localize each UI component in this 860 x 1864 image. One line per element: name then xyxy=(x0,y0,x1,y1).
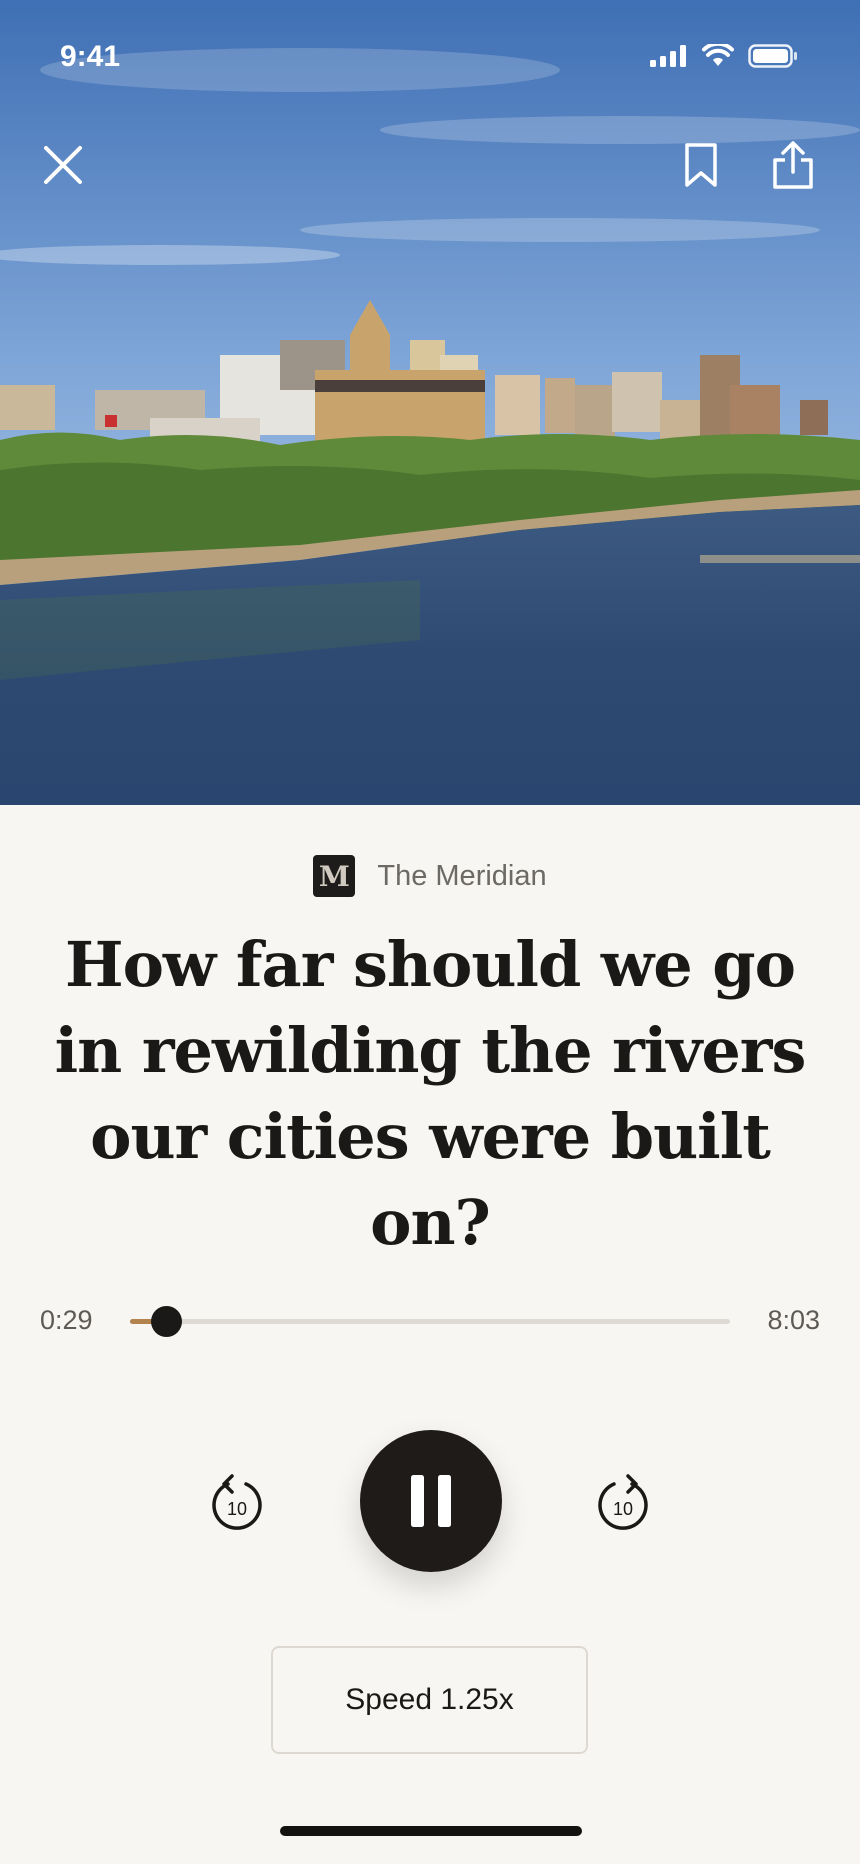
bookmark-button[interactable] xyxy=(676,140,726,190)
playback-speed-button[interactable]: Speed 1.25x xyxy=(271,1646,588,1754)
rewind-10-button[interactable]: 10 xyxy=(206,1472,268,1534)
share-icon xyxy=(773,141,813,189)
home-indicator[interactable] xyxy=(280,1826,582,1836)
progress-scrubber[interactable] xyxy=(151,1306,182,1337)
publication-logo: M xyxy=(313,855,356,897)
forward-10-button[interactable]: 10 xyxy=(592,1472,654,1534)
forward-10-icon: 10 xyxy=(598,1474,648,1530)
elapsed-time: 0:29 xyxy=(40,1305,93,1335)
progress-track[interactable] xyxy=(130,1306,730,1337)
rewind-10-icon: 10 xyxy=(212,1474,262,1530)
forward-10-label: 10 xyxy=(613,1499,633,1519)
cellular-signal-icon xyxy=(650,45,686,67)
share-button[interactable] xyxy=(768,140,818,190)
pause-icon xyxy=(411,1475,451,1527)
hero-image xyxy=(0,0,860,805)
wifi-icon xyxy=(702,44,734,66)
pause-button[interactable] xyxy=(360,1430,502,1572)
total-duration: 8:03 xyxy=(767,1305,820,1335)
rewind-10-label: 10 xyxy=(227,1499,247,1519)
article-headline: How far should we go in rewilding the ri… xyxy=(54,928,807,1259)
close-icon xyxy=(44,146,82,184)
publication-name: The Meridian xyxy=(377,859,547,892)
publication[interactable]: M The Meridian xyxy=(0,855,860,897)
close-button[interactable] xyxy=(38,140,88,190)
battery-icon xyxy=(748,44,797,68)
status-time: 9:41 xyxy=(60,40,121,73)
bookmark-icon xyxy=(685,143,717,187)
status-icons xyxy=(650,44,798,68)
